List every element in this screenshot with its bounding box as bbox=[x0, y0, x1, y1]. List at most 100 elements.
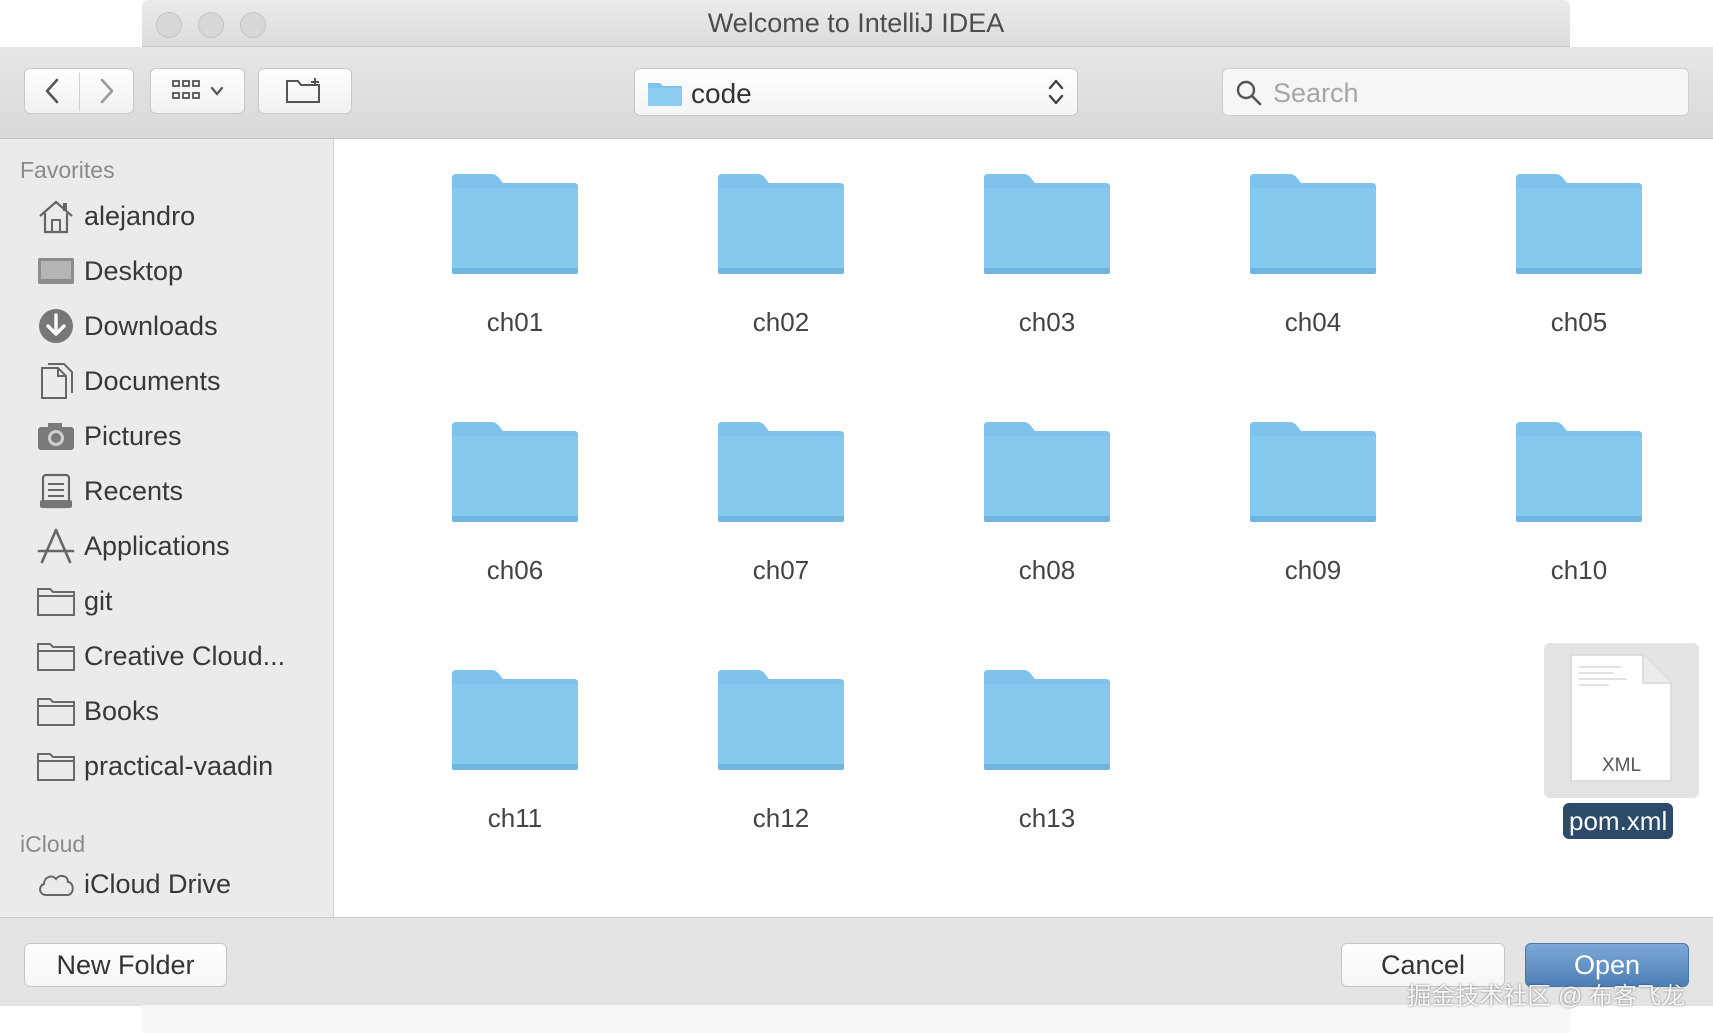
folder-plus-icon bbox=[286, 78, 320, 103]
view-options-button[interactable] bbox=[150, 68, 245, 114]
sidebar-item-books[interactable]: Books bbox=[36, 688, 326, 734]
folder-name: ch02 bbox=[752, 307, 810, 337]
back-forward-control bbox=[24, 68, 134, 114]
folder-icon bbox=[36, 691, 76, 731]
sidebar-item-label: Books bbox=[84, 695, 160, 726]
folder-item[interactable]: ch12 bbox=[681, 668, 881, 833]
selected-file-name[interactable]: pom.xml bbox=[1563, 803, 1674, 839]
sidebar-item-alejandro[interactable]: alejandro bbox=[36, 193, 326, 239]
sidebar-item-label: Creative Cloud... bbox=[84, 640, 286, 671]
folder-name: ch06 bbox=[486, 555, 544, 585]
applications-icon bbox=[36, 526, 76, 566]
sidebar-item-desktop[interactable]: Desktop bbox=[36, 248, 326, 294]
search-input[interactable] bbox=[1271, 75, 1675, 111]
back-button[interactable] bbox=[25, 69, 79, 113]
folder-icon bbox=[452, 174, 578, 274]
folder-item[interactable]: ch05 bbox=[1479, 172, 1679, 337]
window-shadow bbox=[142, 1005, 1570, 1033]
sidebar-item-pictures[interactable]: Pictures bbox=[36, 413, 326, 459]
folder-name: ch08 bbox=[1018, 555, 1076, 585]
folder-name: ch11 bbox=[487, 803, 543, 833]
folder-icon bbox=[984, 422, 1110, 522]
path-selector[interactable]: code bbox=[634, 68, 1078, 116]
folder-name: ch13 bbox=[1018, 803, 1076, 833]
sidebar-item-icloud-drive[interactable]: iCloud Drive bbox=[36, 861, 326, 907]
folder-icon bbox=[718, 670, 844, 770]
sidebar-item-label: Pictures bbox=[84, 420, 182, 451]
folder-item[interactable]: ch09 bbox=[1213, 420, 1413, 585]
folder-icon bbox=[36, 636, 76, 676]
current-folder-name: code bbox=[691, 78, 752, 109]
folder-item[interactable]: ch07 bbox=[681, 420, 881, 585]
folder-item[interactable]: ch03 bbox=[947, 172, 1147, 337]
favorites-section-header: Favorites bbox=[20, 157, 115, 183]
search-field[interactable] bbox=[1222, 68, 1689, 116]
documents-icon bbox=[36, 361, 76, 401]
folder-item[interactable]: ch02 bbox=[681, 172, 881, 337]
folder-name: ch05 bbox=[1550, 307, 1608, 337]
file-browser: ch01 ch02 ch03 ch04 ch05 ch06 ch07 ch08 ch09 ch10… bbox=[334, 139, 1713, 917]
folder-item[interactable]: ch11 bbox=[415, 668, 615, 833]
folder-icon bbox=[984, 670, 1110, 770]
sidebar-item-label: alejandro bbox=[84, 200, 196, 231]
folder-item[interactable]: ch08 bbox=[947, 420, 1147, 585]
folder-name: ch10 bbox=[1550, 555, 1608, 585]
folder-icon bbox=[1250, 422, 1376, 522]
folder-item[interactable]: ch10 bbox=[1479, 420, 1679, 585]
sidebar-item-creative-cloud[interactable]: Creative Cloud... bbox=[36, 633, 326, 679]
folder-icon bbox=[1516, 422, 1642, 522]
home-icon bbox=[36, 196, 76, 236]
sidebar-item-label: practical-vaadin bbox=[84, 750, 274, 781]
camera-icon bbox=[36, 416, 76, 456]
folder-icon bbox=[718, 174, 844, 274]
icon-grid-icon bbox=[171, 80, 200, 99]
sidebar-item-documents[interactable]: Documents bbox=[36, 358, 326, 404]
sidebar-item-label: Documents bbox=[84, 365, 221, 396]
folder-item[interactable]: ch13 bbox=[947, 668, 1147, 833]
chevron-right-icon bbox=[100, 78, 114, 104]
recents-icon bbox=[36, 471, 76, 511]
sidebar-item-git[interactable]: git bbox=[36, 578, 326, 624]
watermark-text: 掘金技术社区 @ 布客飞龙 bbox=[1407, 983, 1685, 1010]
folder-icon bbox=[984, 174, 1110, 274]
folder-item[interactable]: ch04 bbox=[1213, 172, 1413, 337]
up-down-arrows-icon bbox=[1048, 79, 1064, 105]
folder-icon bbox=[1250, 174, 1376, 274]
folder-name: ch03 bbox=[1018, 307, 1076, 337]
sidebar-item-label: Downloads bbox=[84, 310, 218, 341]
folder-icon bbox=[718, 422, 844, 522]
folder-name: ch07 bbox=[752, 555, 810, 585]
folder-icon bbox=[648, 83, 682, 106]
folder-icon bbox=[36, 746, 76, 786]
folder-item[interactable]: ch01 bbox=[415, 172, 615, 337]
folder-name: ch01 bbox=[486, 307, 544, 337]
desktop-icon bbox=[36, 251, 76, 291]
sidebar-item-downloads[interactable]: Downloads bbox=[36, 303, 326, 349]
sidebar-item-label: Desktop bbox=[84, 255, 184, 286]
sidebar-item-label: git bbox=[84, 585, 113, 616]
sidebar-item-recents[interactable]: Recents bbox=[36, 468, 326, 514]
forward-button[interactable] bbox=[80, 69, 134, 113]
sidebar-item-practical-vaadin[interactable]: practical-vaadin bbox=[36, 743, 326, 789]
folder-item[interactable]: ch06 bbox=[415, 420, 615, 585]
folder-icon bbox=[452, 422, 578, 522]
sidebar-item-label: iCloud Drive bbox=[84, 868, 232, 899]
folder-name: ch09 bbox=[1284, 555, 1342, 585]
downloads-icon bbox=[36, 306, 76, 346]
cloud-icon bbox=[36, 864, 76, 904]
sidebar-item-label: Recents bbox=[84, 475, 184, 506]
sidebar-item-label: Applications bbox=[84, 530, 230, 561]
new-folder-toolbar-button[interactable] bbox=[258, 68, 352, 114]
folder-icon bbox=[1516, 174, 1642, 274]
folder-icon bbox=[452, 670, 578, 770]
chevron-left-icon bbox=[45, 78, 59, 104]
icloud-section-header: iCloud bbox=[20, 831, 86, 857]
folder-name: ch12 bbox=[752, 803, 810, 833]
file-type-badge: XML bbox=[1601, 755, 1642, 776]
sidebar-item-applications[interactable]: Applications bbox=[36, 523, 326, 569]
new-folder-button[interactable]: New Folder bbox=[24, 943, 227, 987]
search-icon bbox=[1236, 80, 1262, 106]
chevron-down-icon bbox=[210, 86, 223, 96]
folder-icon bbox=[36, 581, 76, 621]
folder-name: ch04 bbox=[1284, 307, 1342, 337]
